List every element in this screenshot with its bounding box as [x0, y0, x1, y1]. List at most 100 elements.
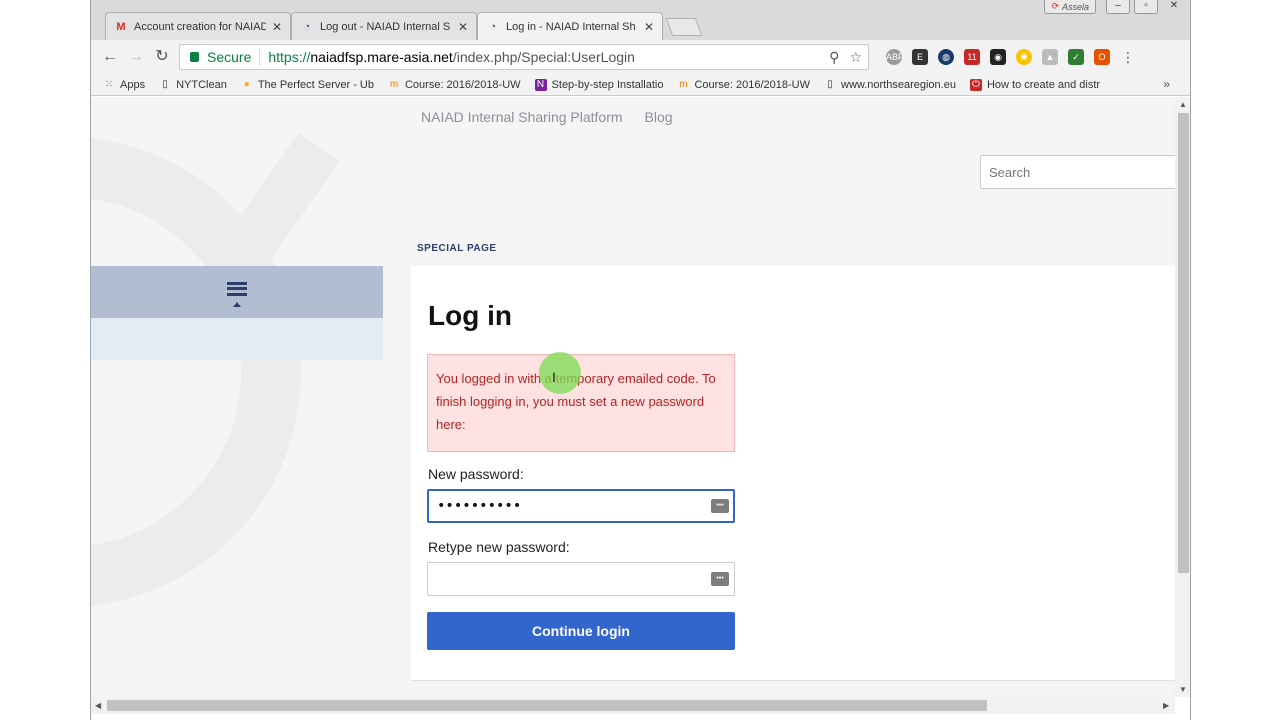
page-icon: ▯ — [162, 79, 168, 90]
reload-button[interactable]: ↻ — [153, 48, 171, 66]
horizontal-scrollbar[interactable]: ◀ ▶ — [91, 697, 1175, 714]
tab-gmail[interactable]: M Account creation for NAIAD ✕ — [105, 12, 291, 40]
search-input[interactable] — [980, 155, 1175, 189]
profile-name: Assela — [1061, 1, 1089, 12]
new-password-field[interactable] — [427, 489, 735, 523]
bookmark-item[interactable]: ▯ www.northsearegion.eu — [824, 79, 956, 91]
new-password-label: New password: — [428, 466, 524, 482]
login-content: Log in You logged in with a temporary em… — [411, 266, 1175, 681]
bookmark-item[interactable]: ▯ NYTClean — [159, 79, 227, 91]
bookmark-item[interactable]: ● The Perfect Server - Ub — [241, 79, 374, 91]
page-icon: ▯ — [827, 79, 833, 90]
password-manager-icon[interactable]: ••• — [711, 499, 729, 513]
tab-title: Log in - NAIAD Internal Sh — [506, 21, 636, 33]
sidebar-panel — [91, 266, 383, 360]
gmail-icon: M — [116, 20, 126, 33]
bookmark-item[interactable]: ⁙ Apps — [103, 79, 145, 91]
profile-button[interactable]: ⟳ Assela — [1044, 0, 1096, 14]
desktop-right — [1191, 0, 1280, 720]
bookmarks-overflow-button[interactable]: » — [1163, 77, 1170, 91]
office-icon[interactable]: O — [1094, 49, 1110, 65]
hamburger-menu-icon — [227, 281, 247, 296]
bookmark-item[interactable]: m Course: 2016/2018-UW — [388, 79, 521, 91]
sidebar-toggle[interactable] — [91, 266, 383, 318]
scroll-down-icon[interactable]: ▼ — [1179, 685, 1187, 694]
continue-login-button[interactable]: Continue login — [427, 612, 735, 650]
bookmarks-bar: ⁙ Apps ▯ NYTClean ● The Perfect Server - Ub… — [91, 74, 1190, 96]
bookmark-label: Course: 2016/2018-UW — [404, 78, 521, 91]
nav-link-blog[interactable]: Blog — [645, 109, 673, 125]
tab-strip: M Account creation for NAIAD ✕ ◔ Log out… — [91, 0, 1190, 41]
moodle-icon: m — [389, 79, 399, 90]
tab-title: Account creation for NAIAD — [134, 20, 266, 33]
apps-grid-icon: ⁙ — [104, 79, 114, 90]
secure-indicator[interactable]: Secure — [180, 48, 261, 66]
cursor-highlight — [539, 352, 581, 394]
vertical-scrollbar[interactable]: ▲ ▼ — [1175, 97, 1190, 697]
forward-button[interactable]: → — [127, 48, 145, 66]
bookmark-item[interactable]: ⏻ How to create and distr — [969, 78, 1101, 91]
bookmark-label: How to create and distr — [986, 78, 1101, 91]
bookmark-item[interactable]: m Course: 2016/2018-UW — [677, 79, 810, 91]
close-icon[interactable]: ✕ — [644, 20, 654, 34]
bookmark-label: www.northsearegion.eu — [841, 78, 956, 91]
adblock-icon[interactable]: ABP — [886, 49, 904, 65]
caret-up-icon — [233, 301, 241, 307]
site-nav: NAIAD Internal Sharing Platform Blog — [421, 109, 673, 125]
globe-icon[interactable]: ◍ — [938, 49, 954, 65]
tab-title: Log out - NAIAD Internal S — [320, 20, 451, 33]
menu-dots-icon[interactable]: ⋮ — [1120, 49, 1136, 65]
minimize-button[interactable]: – — [1106, 0, 1130, 14]
power-icon: ⏻ — [969, 78, 982, 91]
extension-icons: ABP E ◍ 11 ◉ ✺ ▲ ✓ O ⋮ — [886, 49, 1136, 65]
bulb-icon: ● — [243, 79, 250, 90]
browser-toolbar: ← → ↻ Secure https://naiadfsp.mare-asia.… — [91, 40, 1190, 74]
moodle-icon: m — [679, 79, 688, 90]
browser-window: M Account creation for NAIAD ✕ ◔ Log out… — [90, 0, 1191, 720]
star-icon[interactable]: ☆ — [849, 49, 862, 66]
url-path: /index.php/Special:UserLogin — [452, 49, 635, 65]
site-icon: ◔ — [303, 20, 311, 33]
breadcrumb: SPECIAL PAGE — [417, 243, 497, 254]
evernote-icon[interactable]: E — [912, 49, 928, 65]
address-bar[interactable]: Secure https://naiadfsp.mare-asia.net/in… — [179, 44, 869, 70]
zoom-icon[interactable]: ⚲ — [829, 49, 839, 66]
maximize-button[interactable]: ▫ — [1134, 0, 1158, 14]
new-tab-button[interactable] — [665, 18, 703, 36]
vertical-scroll-thumb[interactable] — [1178, 113, 1189, 573]
horizontal-scroll-thumb[interactable] — [107, 700, 987, 711]
site-icon: ◔ — [489, 21, 497, 33]
bookmark-label: NYTClean — [176, 78, 227, 91]
bookmark-label: Course: 2016/2018-UW — [694, 78, 810, 91]
scroll-up-icon[interactable]: ▲ — [1179, 100, 1187, 109]
desktop-left — [0, 0, 90, 720]
retype-password-label: Retype new password: — [428, 539, 570, 555]
url-text: https://naiadfsp.mare-asia.net/index.php… — [260, 49, 635, 65]
calendar-icon[interactable]: 11 — [964, 49, 980, 65]
scroll-right-icon[interactable]: ▶ — [1163, 701, 1169, 710]
tab-login[interactable]: ◔ Log in - NAIAD Internal Sh ✕ — [477, 12, 663, 41]
text-cursor-icon: I — [552, 369, 556, 385]
drive-icon[interactable]: ▲ — [1042, 49, 1058, 65]
bookmark-label: Apps — [120, 78, 146, 91]
close-icon[interactable]: ✕ — [458, 20, 468, 34]
error-message: You logged in with a temporary emailed c… — [427, 354, 735, 452]
secure-label: Secure — [207, 49, 252, 65]
ghost-icon[interactable]: ◉ — [990, 49, 1006, 65]
close-icon[interactable]: ✕ — [272, 20, 282, 34]
sun-icon[interactable]: ✺ — [1016, 49, 1032, 65]
profile-icon: ⟳ — [1051, 1, 1059, 11]
scroll-left-icon[interactable]: ◀ — [95, 701, 101, 710]
back-button[interactable]: ← — [101, 48, 119, 66]
retype-password-field[interactable] — [427, 562, 735, 596]
url-host: naiadfsp.mare-asia.net — [310, 49, 453, 65]
onenote-icon: N — [534, 78, 547, 91]
bookmark-item[interactable]: N Step-by-step Installatio — [534, 78, 664, 91]
nav-link-home[interactable]: NAIAD Internal Sharing Platform — [421, 109, 623, 125]
password-manager-icon[interactable]: ••• — [711, 572, 729, 586]
close-window-button[interactable]: ✕ — [1162, 0, 1186, 14]
check-icon[interactable]: ✓ — [1068, 49, 1084, 65]
page-viewport: NAIAD Internal Sharing Platform Blog SPE… — [91, 97, 1175, 697]
tab-logout[interactable]: ◔ Log out - NAIAD Internal S ✕ — [291, 12, 477, 40]
bookmark-label: Step-by-step Installatio — [551, 78, 664, 91]
